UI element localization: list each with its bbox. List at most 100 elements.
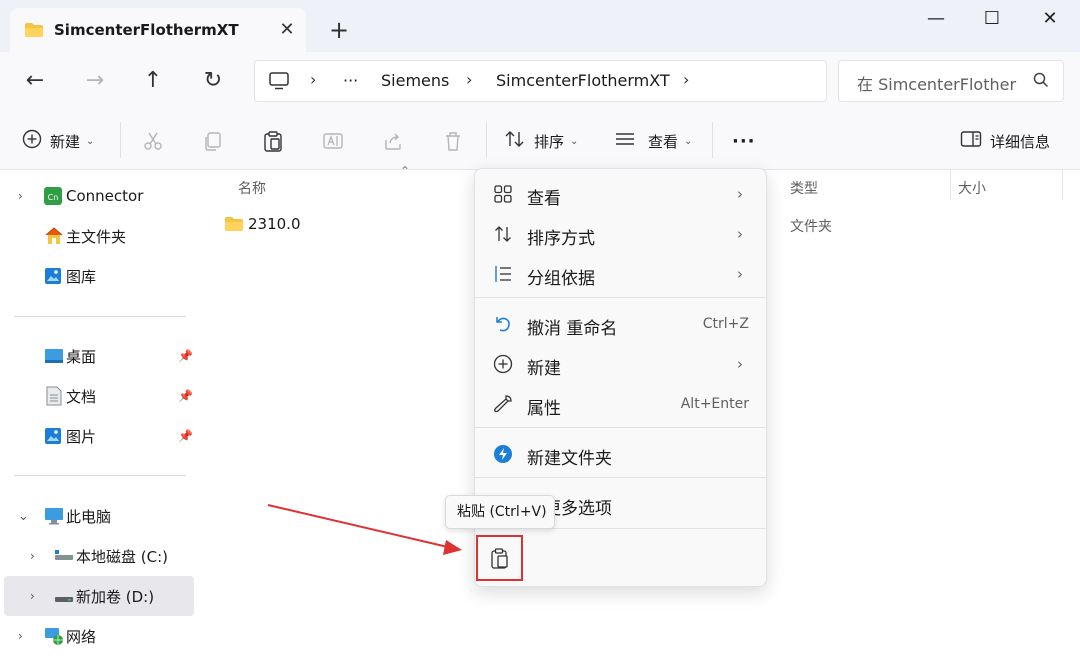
details-pane-icon — [960, 130, 982, 152]
forward-icon[interactable]: → — [80, 66, 110, 96]
paste-tooltip: 粘贴 (Ctrl+V) — [445, 495, 555, 529]
breadcrumb-overflow[interactable]: ··· — [343, 71, 358, 90]
menu-item-group-by[interactable]: 分组依据 › — [481, 255, 761, 293]
desktop-icon — [44, 348, 64, 368]
monitor-icon[interactable] — [269, 72, 289, 94]
table-row[interactable]: 2310.0 — [218, 210, 478, 240]
column-header-name[interactable]: 名称 — [238, 178, 266, 198]
delete-icon[interactable] — [442, 128, 464, 154]
sidebar-item-gallery[interactable]: 图库 — [4, 256, 194, 296]
column-divider[interactable] — [950, 170, 951, 200]
more-options-button[interactable]: ··· — [732, 128, 756, 154]
sidebar-label: Connector — [66, 187, 144, 205]
details-button[interactable]: 详细信息 — [960, 128, 1050, 154]
toolbar-divider — [120, 122, 121, 158]
drive-icon — [54, 548, 74, 566]
chevron-right-icon: › — [737, 265, 743, 283]
chevron-right-icon: › — [737, 185, 743, 203]
column-header-size[interactable]: 大小 — [958, 178, 986, 198]
tab-title: SimcenterFlothermXT — [54, 21, 239, 39]
search-placeholder: 在 SimcenterFlother — [857, 75, 1017, 94]
copy-icon[interactable] — [202, 128, 224, 154]
sidebar-item-this-pc[interactable]: ⌄ 此电脑 — [4, 496, 194, 536]
menu-item-properties[interactable]: 属性 Alt+Enter — [481, 385, 761, 423]
svg-text:Cn: Cn — [48, 193, 59, 202]
address-bar[interactable]: › ··· Siemens › SimcenterFlothermXT › — [254, 60, 827, 102]
network-icon — [44, 626, 64, 650]
pin-icon[interactable]: 📌 — [178, 429, 193, 443]
sidebar-item-desktop[interactable]: 桌面 📌 — [4, 336, 194, 376]
file-name: 2310.0 — [248, 215, 301, 233]
breadcrumb-simcenter[interactable]: SimcenterFlothermXT — [496, 71, 670, 90]
minimize-button[interactable]: — — [916, 6, 956, 32]
sidebar-label: 网络 — [66, 627, 97, 646]
chevron-right-icon[interactable]: › — [30, 549, 35, 563]
paste-icon[interactable] — [262, 128, 284, 154]
sidebar-divider — [14, 316, 186, 317]
back-icon[interactable]: ← — [20, 66, 50, 96]
tab-simcenter[interactable]: SimcenterFlothermXT ✕ — [10, 8, 306, 52]
menu-item-sort-by[interactable]: 排序方式 › — [481, 215, 761, 253]
menu-item-view[interactable]: 查看 › — [481, 175, 761, 213]
cut-icon[interactable] — [142, 128, 164, 154]
chevron-right-icon[interactable]: › — [30, 589, 35, 603]
sort-icon — [504, 129, 526, 153]
paste-icon — [491, 548, 508, 569]
column-divider[interactable] — [1062, 170, 1063, 200]
sidebar-label: 本地磁盘 (C:) — [76, 547, 168, 566]
file-type: 文件夹 — [790, 219, 832, 235]
paste-button[interactable] — [476, 535, 523, 581]
rename-icon[interactable] — [322, 128, 344, 154]
close-tab-icon[interactable]: ✕ — [276, 19, 298, 41]
sort-button[interactable]: 排序 ⌄ — [504, 128, 578, 154]
menu-item-undo-rename[interactable]: 撤消 重命名 Ctrl+Z — [481, 305, 761, 343]
menu-label: 新建文件夹 — [527, 449, 612, 469]
sidebar-item-connector[interactable]: › Cn Connector — [4, 176, 194, 216]
sidebar-item-drive-c[interactable]: › 本地磁盘 (C:) — [4, 536, 194, 576]
pin-icon[interactable]: 📌 — [178, 389, 193, 403]
up-icon[interactable]: ↑ — [138, 66, 168, 96]
sort-label: 排序 — [534, 132, 565, 151]
chevron-down-icon[interactable]: ⌄ — [18, 509, 29, 524]
share-icon[interactable] — [382, 128, 404, 154]
breadcrumb-separator[interactable]: › — [466, 70, 472, 89]
sidebar-label: 文档 — [66, 387, 97, 406]
sidebar-item-home[interactable]: 主文件夹 — [4, 216, 194, 256]
title-bar: SimcenterFlothermXT ✕ + — ☐ ✕ — [0, 0, 1080, 52]
connector-icon: Cn — [44, 187, 62, 209]
gallery-icon — [44, 267, 62, 289]
search-input[interactable]: 在 SimcenterFlother — [838, 60, 1064, 102]
breadcrumb-separator[interactable]: › — [683, 70, 689, 89]
breadcrumb-separator[interactable]: › — [310, 70, 316, 89]
sidebar-item-network[interactable]: › 网络 — [4, 616, 194, 656]
refresh-icon[interactable]: ↻ — [198, 66, 228, 96]
sidebar-item-documents[interactable]: 文档 📌 — [4, 376, 194, 416]
pin-icon[interactable]: 📌 — [178, 349, 193, 363]
chevron-down-icon: ⌄ — [684, 135, 693, 147]
chevron-down-icon: ⌄ — [570, 135, 579, 147]
sidebar-item-drive-d[interactable]: › 新加卷 (D:) — [4, 576, 194, 616]
maximize-button[interactable]: ☐ — [972, 6, 1012, 32]
view-button[interactable]: 查看 ⌄ — [614, 128, 692, 154]
search-icon[interactable] — [1033, 72, 1049, 92]
chevron-right-icon[interactable]: › — [18, 629, 23, 643]
menu-item-new-folder[interactable]: 新建文件夹 — [481, 435, 761, 473]
chevron-right-icon: › — [737, 225, 743, 243]
chevron-right-icon: › — [737, 355, 743, 373]
breadcrumb-siemens[interactable]: Siemens — [381, 71, 449, 90]
menu-divider — [475, 297, 766, 298]
menu-item-new[interactable]: 新建 › — [481, 345, 761, 383]
chevron-right-icon[interactable]: › — [18, 189, 23, 203]
menu-label: 查看 — [527, 189, 561, 209]
new-tab-button[interactable]: + — [326, 17, 352, 43]
sidebar-label: 此电脑 — [66, 507, 112, 526]
new-label: 新建 — [50, 132, 81, 151]
sort-up-icon: ⌃ — [400, 164, 411, 178]
sidebar-label: 新加卷 (D:) — [76, 587, 155, 606]
command-bar: 新建 ⌄ 排序 ⌄ 查看 ⌄ ··· 详细信息 — [0, 110, 1080, 170]
column-header-type[interactable]: 类型 — [790, 178, 818, 198]
toolbar-divider — [486, 122, 487, 158]
close-window-button[interactable]: ✕ — [1030, 6, 1070, 32]
new-button[interactable]: 新建 ⌄ — [22, 128, 94, 154]
sidebar-item-pictures[interactable]: 图片 📌 — [4, 416, 194, 456]
